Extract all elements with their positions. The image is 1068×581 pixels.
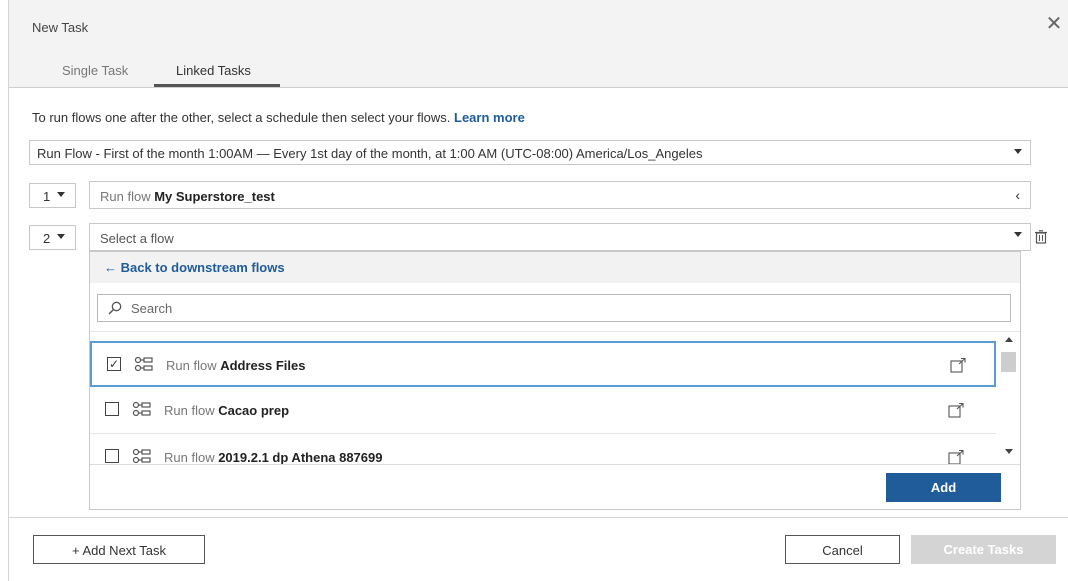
run-flow-prefix: Run flow <box>100 189 151 204</box>
step-2-flow-select[interactable]: Select a flow <box>89 223 1031 251</box>
list-item[interactable]: Run flow Cacao prep <box>90 388 996 434</box>
search-icon <box>108 301 122 315</box>
run-flow-prefix: Run flow <box>164 403 215 418</box>
tab-bar <box>9 46 1068 88</box>
back-to-downstream-flows-link[interactable]: ← Back to downstream flows <box>104 260 285 275</box>
instructions-text: To run flows one after the other, select… <box>32 110 525 125</box>
active-tab-indicator <box>154 84 280 87</box>
flow-icon <box>132 448 151 464</box>
step-1-flow-select[interactable]: Run flow My Superstore_test ‹ <box>89 181 1031 209</box>
checkbox[interactable] <box>105 449 119 463</box>
chevron-left-icon[interactable]: ‹ <box>1015 187 1020 203</box>
trash-icon[interactable] <box>1035 230 1047 244</box>
close-icon[interactable]: ✕ <box>1044 14 1064 34</box>
schedule-value: Run Flow - First of the month 1:00AM — E… <box>37 146 703 161</box>
flow-icon <box>134 356 153 372</box>
step-number: 2 <box>43 231 51 246</box>
scrollbar[interactable] <box>1000 332 1020 464</box>
checkbox-checked[interactable]: ✓ <box>107 357 121 371</box>
step-2-order-select[interactable]: 2 <box>29 225 76 250</box>
flow-name: Cacao prep <box>218 403 290 418</box>
learn-more-link[interactable]: Learn more <box>454 110 525 125</box>
run-flow-prefix: Run flow <box>166 358 217 373</box>
divider <box>90 464 1020 465</box>
flow-label: Run flow Address Files <box>166 358 305 373</box>
run-flow-prefix: Run flow <box>164 450 215 464</box>
list-item-clip: Run flow 2019.2.1 dp Athena 887699 <box>90 435 996 464</box>
list-item[interactable]: Run flow 2019.2.1 dp Athena 887699 <box>90 435 996 464</box>
flow-label: Run flow 2019.2.1 dp Athena 887699 <box>164 450 382 464</box>
scroll-up-icon[interactable] <box>1005 337 1013 342</box>
cancel-button[interactable]: Cancel <box>785 535 900 564</box>
schedule-select[interactable]: Run Flow - First of the month 1:00AM — E… <box>29 140 1031 165</box>
flow-label: Run flow Cacao prep <box>164 403 289 418</box>
chevron-down-icon <box>1014 149 1022 154</box>
chevron-down-icon <box>1014 232 1022 237</box>
scroll-down-icon[interactable] <box>1005 449 1013 454</box>
divider <box>90 331 1020 332</box>
chevron-down-icon <box>57 192 65 197</box>
chevron-down-icon <box>57 234 65 239</box>
step-number: 1 <box>43 189 51 204</box>
open-external-icon[interactable] <box>948 403 964 419</box>
list-item[interactable]: ✓ Run flow Address Files <box>90 341 996 387</box>
create-tasks-button[interactable]: Create Tasks <box>911 535 1056 564</box>
flow-name: 2019.2.1 dp Athena 887699 <box>218 450 383 464</box>
checkbox[interactable] <box>105 402 119 416</box>
dialog-header <box>9 0 1068 46</box>
add-next-task-button[interactable]: + Add Next Task <box>33 535 205 564</box>
flow-name: Address Files <box>220 358 306 373</box>
open-external-icon[interactable] <box>950 358 966 374</box>
open-external-icon[interactable] <box>948 450 964 464</box>
flow-name: My Superstore_test <box>154 189 275 204</box>
search-placeholder: Search <box>131 301 173 316</box>
step-1-order-select[interactable]: 1 <box>29 183 76 208</box>
tab-linked-tasks[interactable]: Linked Tasks <box>176 63 251 78</box>
footer-divider <box>9 517 1068 518</box>
search-input[interactable]: Search <box>97 294 1011 322</box>
flow-icon <box>132 401 151 417</box>
dialog-title: New Task <box>32 20 89 35</box>
scrollbar-thumb[interactable] <box>1001 352 1016 372</box>
instructions-label: To run flows one after the other, select… <box>32 110 455 125</box>
tab-single-task[interactable]: Single Task <box>62 63 128 78</box>
flow-placeholder: Select a flow <box>100 231 174 246</box>
add-button[interactable]: Add <box>886 473 1001 502</box>
